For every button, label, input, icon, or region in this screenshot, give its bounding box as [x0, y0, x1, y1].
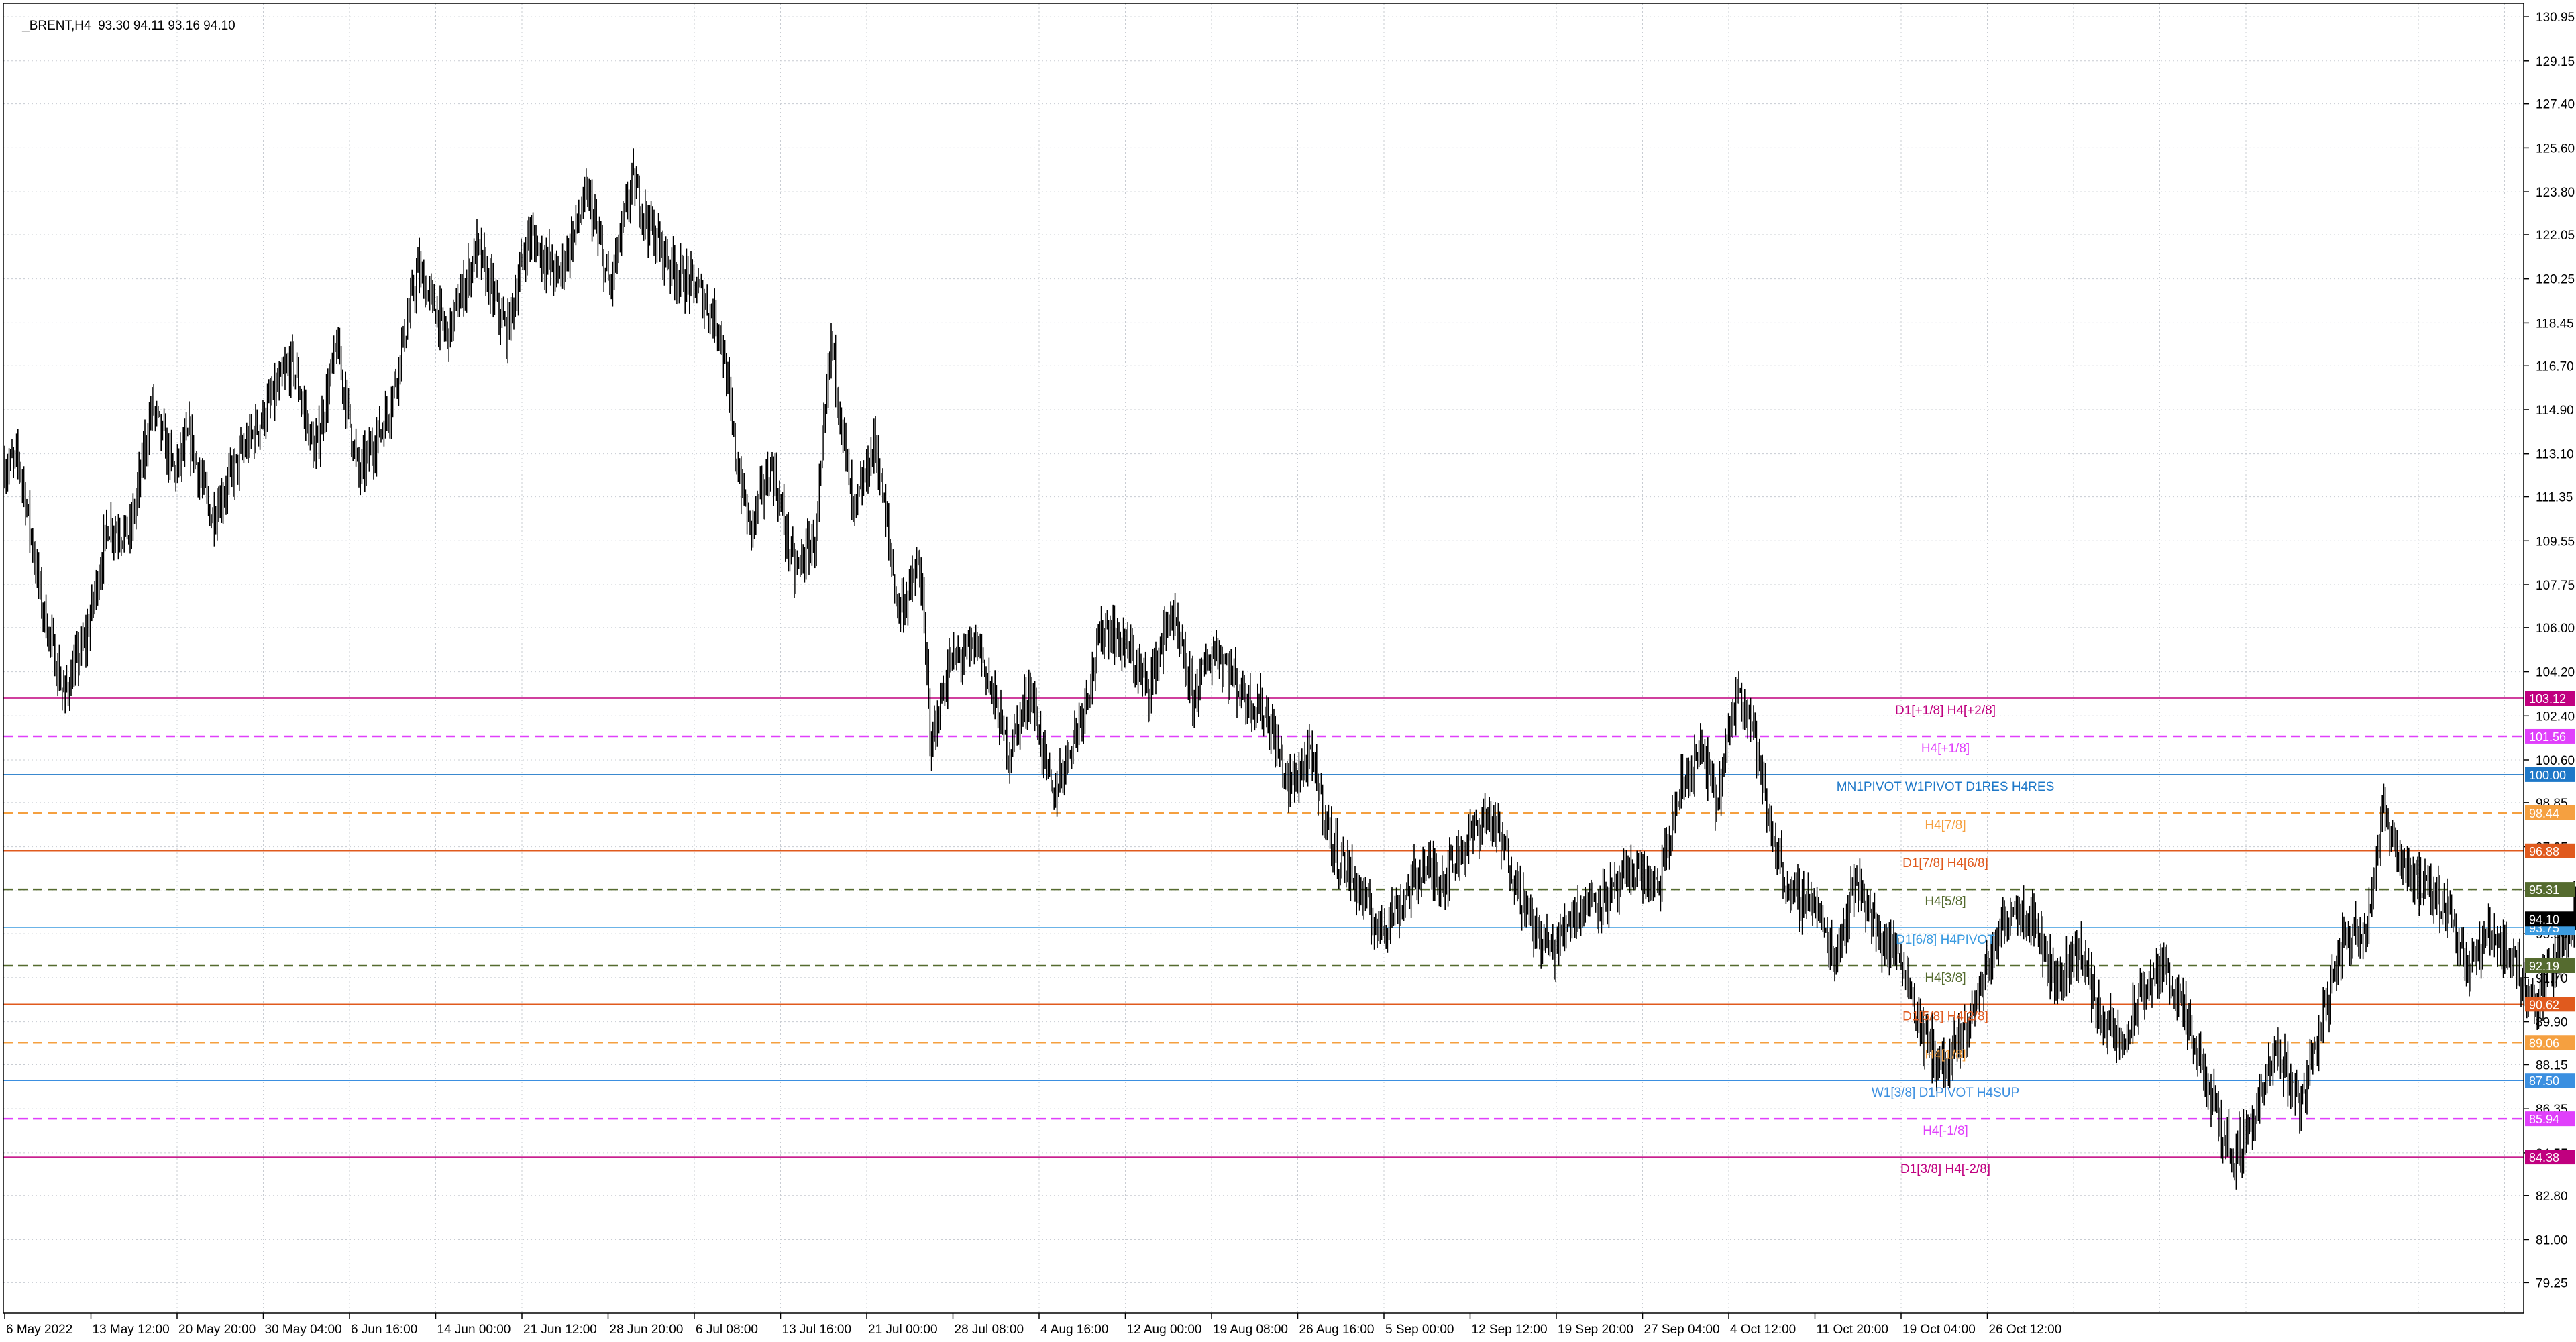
level-label: H4[-1/8]	[1923, 1124, 1968, 1138]
x-tick-label: 28 Jun 20:00	[610, 1323, 684, 1337]
x-tick-label: 14 Jun 00:00	[437, 1323, 511, 1337]
y-tick-label: 123.80	[2536, 186, 2575, 200]
y-tick-label: 111.35	[2536, 491, 2573, 505]
y-tick-label: 79.25	[2536, 1276, 2568, 1290]
price-tag: 92.19	[2529, 960, 2559, 973]
y-tick-label: 91.70	[2536, 972, 2568, 986]
y-tick-label: 116.70	[2536, 359, 2574, 374]
x-tick-label: 13 May 12:00	[93, 1323, 170, 1337]
level-label: D1[5/8] H4[2/8]	[1902, 1009, 1988, 1023]
x-tick-label: 12 Aug 00:00	[1127, 1323, 1202, 1337]
price-chart[interactable]: D1[+1/8] H4[+2/8] H4[+1/8] MN1PIVOT W1PIVO…	[0, 0, 2576, 1339]
x-tick-label: 19 Aug 08:00	[1213, 1323, 1288, 1337]
level-label: H4[1/8]	[1925, 1048, 1966, 1062]
y-tick-label: 120.25	[2536, 273, 2575, 287]
x-tick-label: 4 Oct 12:00	[1730, 1323, 1796, 1337]
y-tick-label: 82.80	[2536, 1190, 2568, 1204]
price-tag: 89.06	[2529, 1036, 2559, 1050]
x-tick-label: 30 May 04:00	[265, 1323, 342, 1337]
price-tag: 98.44	[2529, 807, 2559, 820]
chart-header: _BRENT,H4 93.30 94.11 93.16 94.10	[8, 4, 235, 48]
price-tag: 100.00	[2529, 769, 2566, 782]
level-label: H4[5/8]	[1925, 895, 1966, 909]
x-tick-label: 28 Jul 08:00	[955, 1323, 1024, 1337]
price-tag: 103.12	[2529, 692, 2566, 706]
candles	[4, 148, 2576, 1190]
price-tag: 96.88	[2529, 845, 2559, 858]
x-tick-label: 20 May 20:00	[178, 1323, 256, 1337]
price-tag: 84.38	[2529, 1151, 2559, 1164]
y-tick-label: 130.95	[2536, 11, 2575, 25]
x-tick-label: 4 Aug 16:00	[1040, 1323, 1108, 1337]
y-tick-label: 113.10	[2536, 448, 2574, 462]
y-tick-label: 125.60	[2536, 142, 2575, 156]
price-tag: 87.50	[2529, 1074, 2559, 1088]
y-tick-label: 127.40	[2536, 98, 2575, 112]
x-tick-label: 26 Oct 12:00	[1989, 1323, 2062, 1337]
y-tick-label: 114.90	[2536, 404, 2574, 418]
level-label: D1[7/8] H4[6/8]	[1902, 856, 1988, 871]
x-tick-label: 11 Oct 20:00	[1817, 1323, 1888, 1337]
x-tick-label: 6 Jul 08:00	[696, 1323, 758, 1337]
level-label: H4[+1/8]	[1921, 742, 1970, 756]
y-tick-label: 88.15	[2536, 1058, 2568, 1072]
price-tag: 101.56	[2529, 730, 2566, 744]
price-tag: 85.94	[2529, 1113, 2559, 1126]
y-tick-label: 100.60	[2536, 754, 2575, 768]
price-tag: 95.31	[2529, 883, 2559, 897]
x-tick-label: 19 Sep 20:00	[1558, 1323, 1633, 1337]
x-tick-label: 21 Jun 12:00	[523, 1323, 597, 1337]
x-tick-label: 5 Sep 00:00	[1385, 1323, 1454, 1337]
x-tick-label: 27 Sep 04:00	[1644, 1323, 1720, 1337]
ohlc-values: 93.30 94.11 93.16 94.10	[98, 19, 235, 33]
y-tick-label: 102.40	[2536, 710, 2575, 724]
x-tick-label: 13 Jul 16:00	[782, 1323, 852, 1337]
axes: 130.95 129.15 127.40 125.60 123.80 122.05 120.…	[3, 3, 2575, 1337]
symbol-label: _BRENT,H4	[22, 19, 91, 33]
y-tick-label: 109.55	[2536, 535, 2575, 549]
level-label: W1[3/8] D1PIVOT H4SUP	[1872, 1086, 2019, 1100]
price-tag: 90.62	[2529, 998, 2559, 1011]
level-label: H4[3/8]	[1925, 971, 1966, 985]
level-label: D1[+1/8] H4[+2/8]	[1895, 704, 1996, 718]
y-tick-label: 122.05	[2536, 229, 2575, 243]
plot-frame	[3, 3, 2524, 1314]
x-tick-label: 21 Jul 00:00	[868, 1323, 938, 1337]
current-price-tag: 94.10	[2529, 913, 2559, 926]
x-tick-label: 6 Jun 16:00	[351, 1323, 417, 1337]
chart-window[interactable]: _BRENT,H4 93.30 94.11 93.16 94.10 D1[+1/…	[0, 0, 2576, 1339]
x-tick-label: 19 Oct 04:00	[1902, 1323, 1976, 1337]
level-lines	[3, 697, 2524, 1158]
level-label: D1[6/8] H4PIVOT	[1896, 933, 1995, 947]
y-tick-label: 81.00	[2536, 1233, 2568, 1247]
y-tick-label: 118.45	[2536, 317, 2574, 331]
x-tick-label: 12 Sep 12:00	[1472, 1323, 1548, 1337]
y-tick-label: 89.90	[2536, 1016, 2568, 1030]
level-label: D1[3/8] H4[-2/8]	[1900, 1162, 1990, 1176]
x-tick-label: 6 May 2022	[6, 1323, 72, 1337]
y-tick-label: 107.75	[2536, 579, 2575, 593]
y-tick-label: 129.15	[2536, 55, 2575, 69]
x-tick-label: 26 Aug 16:00	[1299, 1323, 1375, 1337]
grid	[3, 3, 2524, 1313]
y-tick-label: 104.20	[2536, 666, 2575, 680]
y-tick-label: 106.00	[2536, 622, 2575, 636]
level-label: H4[7/8]	[1925, 818, 1966, 832]
level-label: MN1PIVOT W1PIVOT D1RES H4RES	[1837, 780, 2055, 794]
